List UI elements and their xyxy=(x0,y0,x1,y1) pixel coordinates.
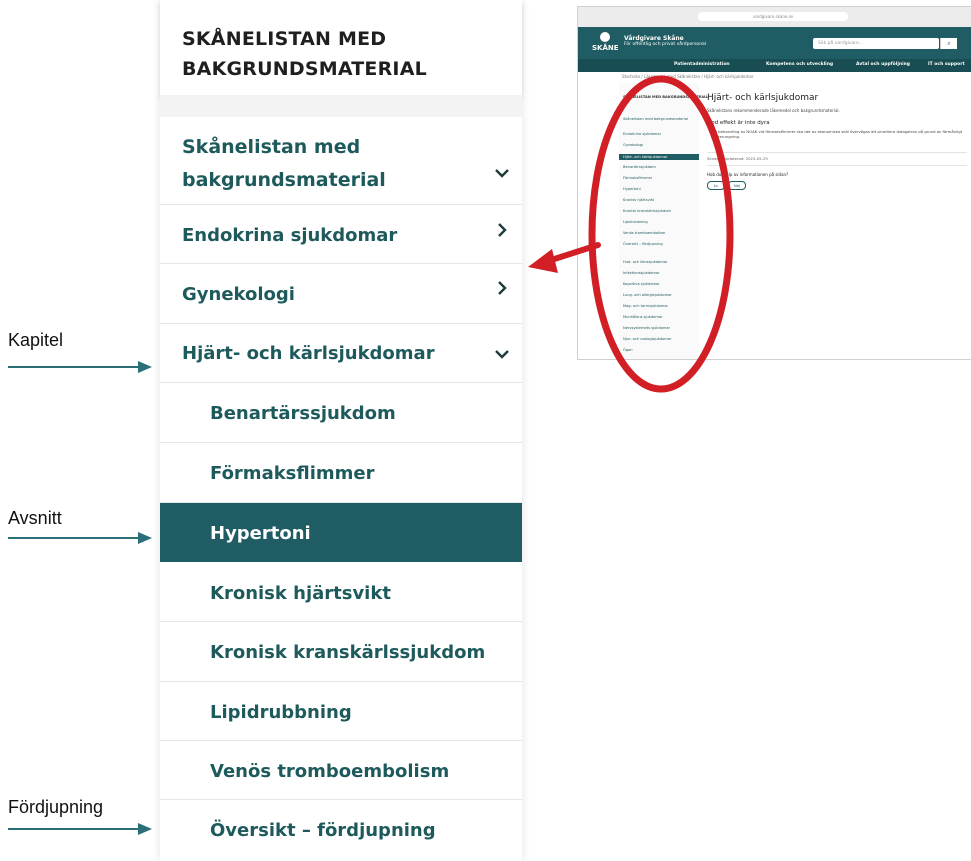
red-arrow-icon xyxy=(528,242,601,273)
highlight-ellipse xyxy=(588,75,734,393)
highlight-overlay xyxy=(528,75,734,393)
